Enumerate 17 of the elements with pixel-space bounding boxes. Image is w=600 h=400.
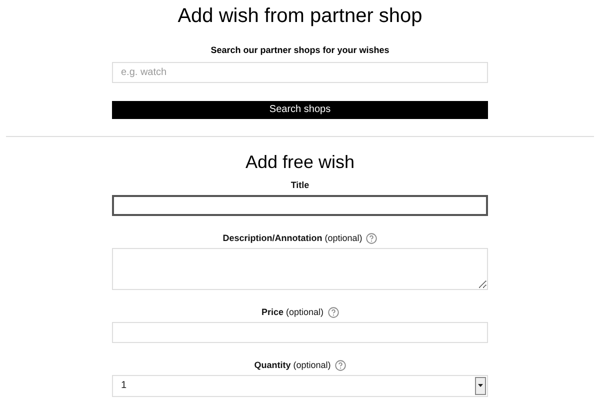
field-label: Description/Annotation (optional): [222, 232, 362, 245]
help-icon[interactable]: [334, 360, 346, 371]
select-value: 1: [120, 379, 128, 393]
field-label: Title: [290, 178, 310, 192]
section-heading: Add wish from partner shop: [176, 4, 424, 28]
help-icon[interactable]: [366, 233, 378, 244]
search-field[interactable]: e.g. watch: [112, 62, 488, 82]
section-heading: Add free wish: [244, 150, 356, 172]
field-label: Price (optional): [261, 306, 324, 319]
search-button[interactable]: Search shops: [112, 100, 488, 118]
caret-icon: [478, 384, 483, 387]
search-label: Search our partner shops for your wishes: [210, 44, 390, 57]
dropdown-button[interactable]: [475, 376, 486, 394]
field-label: Quantity (optional): [254, 358, 331, 372]
text-field[interactable]: [112, 194, 488, 216]
help-icon[interactable]: [328, 307, 339, 318]
select-field[interactable]: 1: [112, 374, 488, 396]
